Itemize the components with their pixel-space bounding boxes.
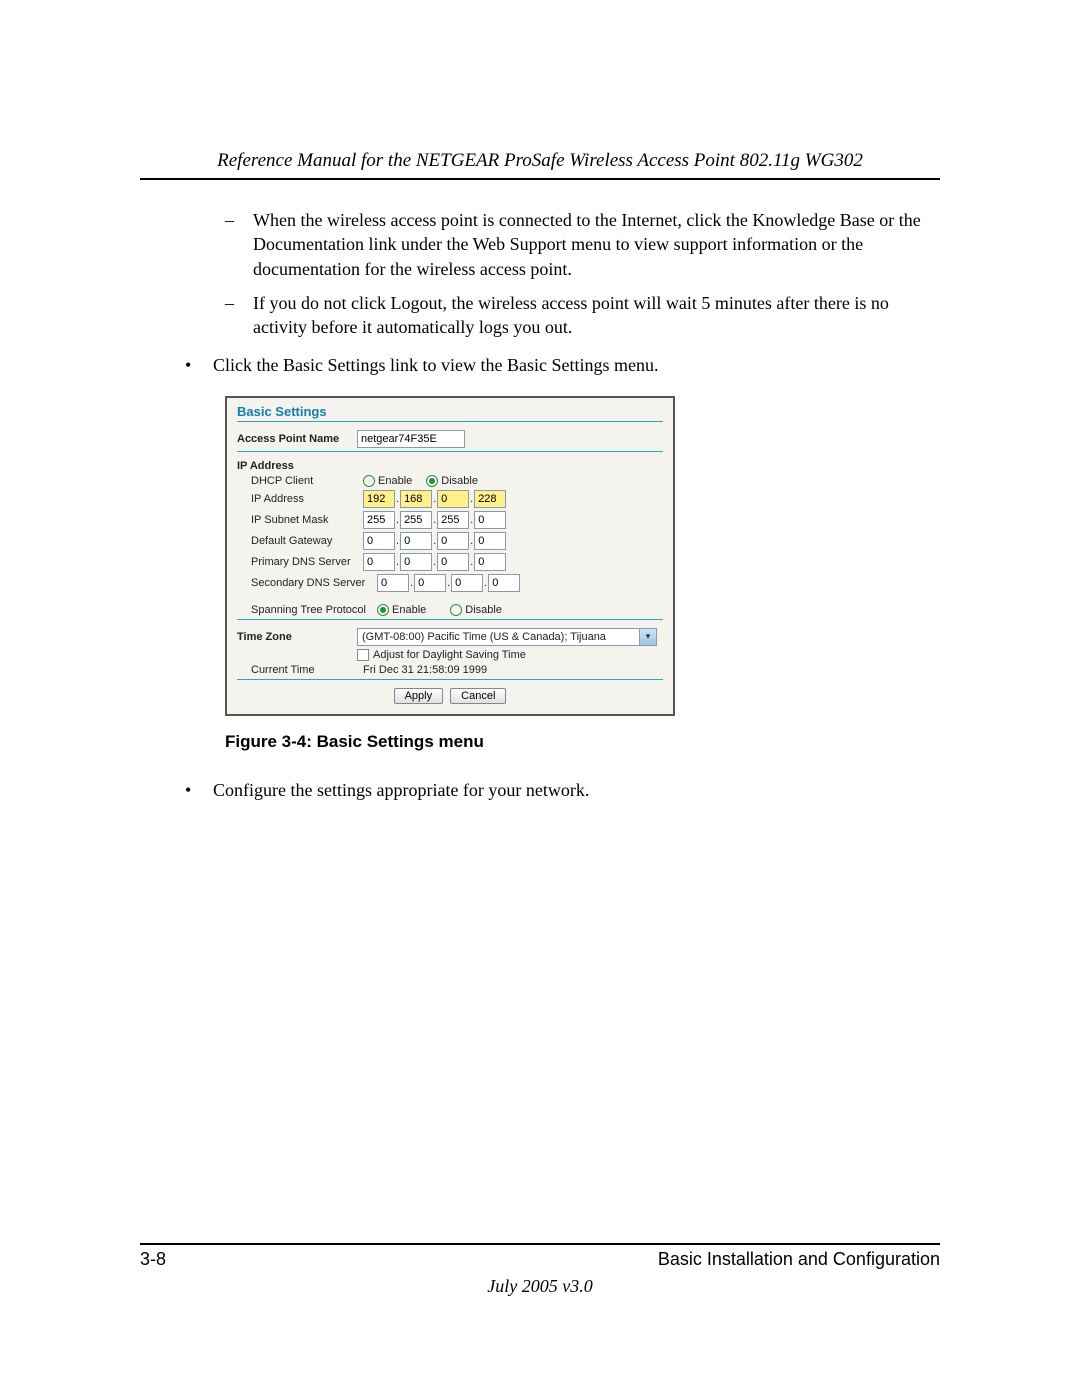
- subnet-octet[interactable]: [474, 511, 506, 529]
- divider: [237, 679, 663, 680]
- dhcp-enable-radio[interactable]: [363, 475, 375, 487]
- pdns-octet[interactable]: [363, 553, 395, 571]
- bullet-item: • Click the Basic Settings link to view …: [185, 353, 940, 377]
- dash-item: – When the wireless access point is conn…: [225, 208, 940, 281]
- ip-octet[interactable]: [363, 490, 395, 508]
- footer-rule: [140, 1243, 940, 1245]
- subnet-label: IP Subnet Mask: [237, 514, 363, 526]
- dash-text: If you do not click Logout, the wireless…: [253, 291, 940, 340]
- dst-checkbox[interactable]: [357, 649, 369, 661]
- bullet-item: • Configure the settings appropriate for…: [185, 778, 940, 802]
- tz-label: Time Zone: [237, 631, 357, 643]
- ip-heading: IP Address: [237, 460, 357, 472]
- dhcp-disable-radio[interactable]: [426, 475, 438, 487]
- sdns-octet[interactable]: [414, 574, 446, 592]
- divider: [237, 619, 663, 620]
- divider: [237, 421, 663, 422]
- sdns-octet[interactable]: [377, 574, 409, 592]
- dhcp-label: DHCP Client: [237, 475, 363, 487]
- dst-label: Adjust for Daylight Saving Time: [373, 649, 526, 661]
- stp-enable-radio[interactable]: [377, 604, 389, 616]
- ip-octet[interactable]: [437, 490, 469, 508]
- current-time-value: Fri Dec 31 21:58:09 1999: [363, 664, 487, 676]
- chevron-down-icon: ▾: [639, 629, 656, 645]
- divider: [237, 451, 663, 452]
- gateway-label: Default Gateway: [237, 535, 363, 547]
- disable-label: Disable: [465, 604, 502, 616]
- figure-basic-settings: Basic Settings Access Point Name IP Addr…: [225, 396, 940, 716]
- subnet-octet[interactable]: [400, 511, 432, 529]
- dash-item: – If you do not click Logout, the wirele…: [225, 291, 940, 340]
- bullet-text: Click the Basic Settings link to view th…: [213, 353, 658, 377]
- enable-label: Enable: [392, 604, 426, 616]
- apply-button[interactable]: Apply: [394, 688, 444, 704]
- pdns-octet[interactable]: [437, 553, 469, 571]
- gateway-octet[interactable]: [363, 532, 395, 550]
- gateway-octet[interactable]: [474, 532, 506, 550]
- ip-octet[interactable]: [474, 490, 506, 508]
- ip-addr-label: IP Address: [237, 493, 363, 505]
- ip-octet[interactable]: [400, 490, 432, 508]
- sdns-label: Secondary DNS Server: [237, 577, 377, 589]
- pdns-label: Primary DNS Server: [237, 556, 363, 568]
- cancel-button[interactable]: Cancel: [450, 688, 506, 704]
- version-line: July 2005 v3.0: [140, 1276, 940, 1297]
- gateway-octet[interactable]: [437, 532, 469, 550]
- panel-title: Basic Settings: [237, 404, 663, 419]
- stp-disable-radio[interactable]: [450, 604, 462, 616]
- subnet-octet[interactable]: [363, 511, 395, 529]
- apn-label: Access Point Name: [237, 433, 357, 445]
- dash-text: When the wireless access point is connec…: [253, 208, 940, 281]
- timezone-value: (GMT-08:00) Pacific Time (US & Canada); …: [362, 631, 606, 643]
- timezone-select[interactable]: (GMT-08:00) Pacific Time (US & Canada); …: [357, 628, 657, 646]
- apn-input[interactable]: [357, 430, 465, 448]
- page-number: 3-8: [140, 1249, 166, 1270]
- page-header: Reference Manual for the NETGEAR ProSafe…: [140, 150, 940, 172]
- sdns-octet[interactable]: [451, 574, 483, 592]
- enable-label: Enable: [378, 475, 412, 487]
- pdns-octet[interactable]: [474, 553, 506, 571]
- gateway-octet[interactable]: [400, 532, 432, 550]
- sdns-octet[interactable]: [488, 574, 520, 592]
- bullet-text: Configure the settings appropriate for y…: [213, 778, 589, 802]
- header-rule: [140, 178, 940, 180]
- subnet-octet[interactable]: [437, 511, 469, 529]
- section-title: Basic Installation and Configuration: [658, 1249, 940, 1270]
- figure-caption: Figure 3-4: Basic Settings menu: [225, 732, 940, 752]
- disable-label: Disable: [441, 475, 478, 487]
- current-time-label: Current Time: [237, 664, 363, 676]
- stp-label: Spanning Tree Protocol: [237, 604, 377, 616]
- pdns-octet[interactable]: [400, 553, 432, 571]
